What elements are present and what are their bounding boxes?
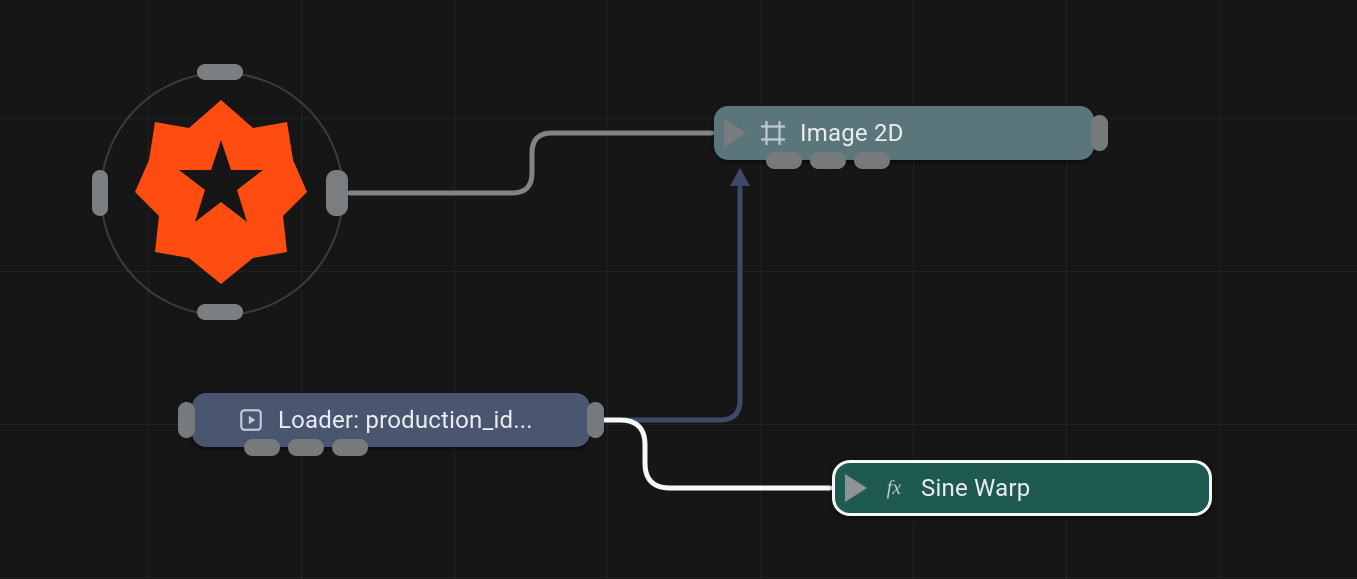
image-2d-param-port-2[interactable] [810, 152, 846, 169]
image-2d-output-port[interactable] [1091, 115, 1108, 151]
image-2d-label: Image 2D [800, 119, 904, 147]
loader-node[interactable]: Loader: production_id... [192, 393, 590, 447]
sine-warp-node[interactable]: fx Sine Warp [832, 460, 1212, 516]
loader-output-port[interactable] [587, 402, 604, 438]
gear-star-icon [135, 100, 307, 284]
image-2d-param-port-1[interactable] [766, 152, 802, 169]
image-2d-param-port-3[interactable] [854, 152, 890, 169]
loader-param-port-1[interactable] [244, 439, 280, 456]
wire-source-to-image2d [350, 133, 712, 193]
image-2d-node[interactable]: Image 2D [714, 106, 1094, 160]
frame-crop-icon [760, 120, 786, 146]
wire-loader-to-sinewarp [593, 420, 830, 488]
fx-function-icon: fx [881, 475, 907, 501]
loader-param-port-2[interactable] [288, 439, 324, 456]
source-handle-top[interactable] [197, 64, 243, 80]
sine-warp-input-port[interactable] [845, 474, 867, 502]
source-output-port[interactable] [326, 170, 348, 216]
source-handle-left[interactable] [92, 170, 108, 216]
loader-param-port-3[interactable] [332, 439, 368, 456]
sine-warp-label: Sine Warp [921, 474, 1030, 502]
node-graph-canvas[interactable]: Image 2D Loader: production_id... fx Sin… [0, 0, 1357, 579]
image-2d-input-port[interactable] [724, 119, 746, 147]
wire-loader-to-image2d-arrow [730, 168, 750, 186]
source-handle-bottom[interactable] [197, 304, 243, 320]
loader-label: Loader: production_id... [278, 406, 533, 434]
loader-input-port[interactable] [178, 402, 195, 438]
play-square-icon [238, 407, 264, 433]
wire-loader-to-image2d [593, 188, 740, 420]
